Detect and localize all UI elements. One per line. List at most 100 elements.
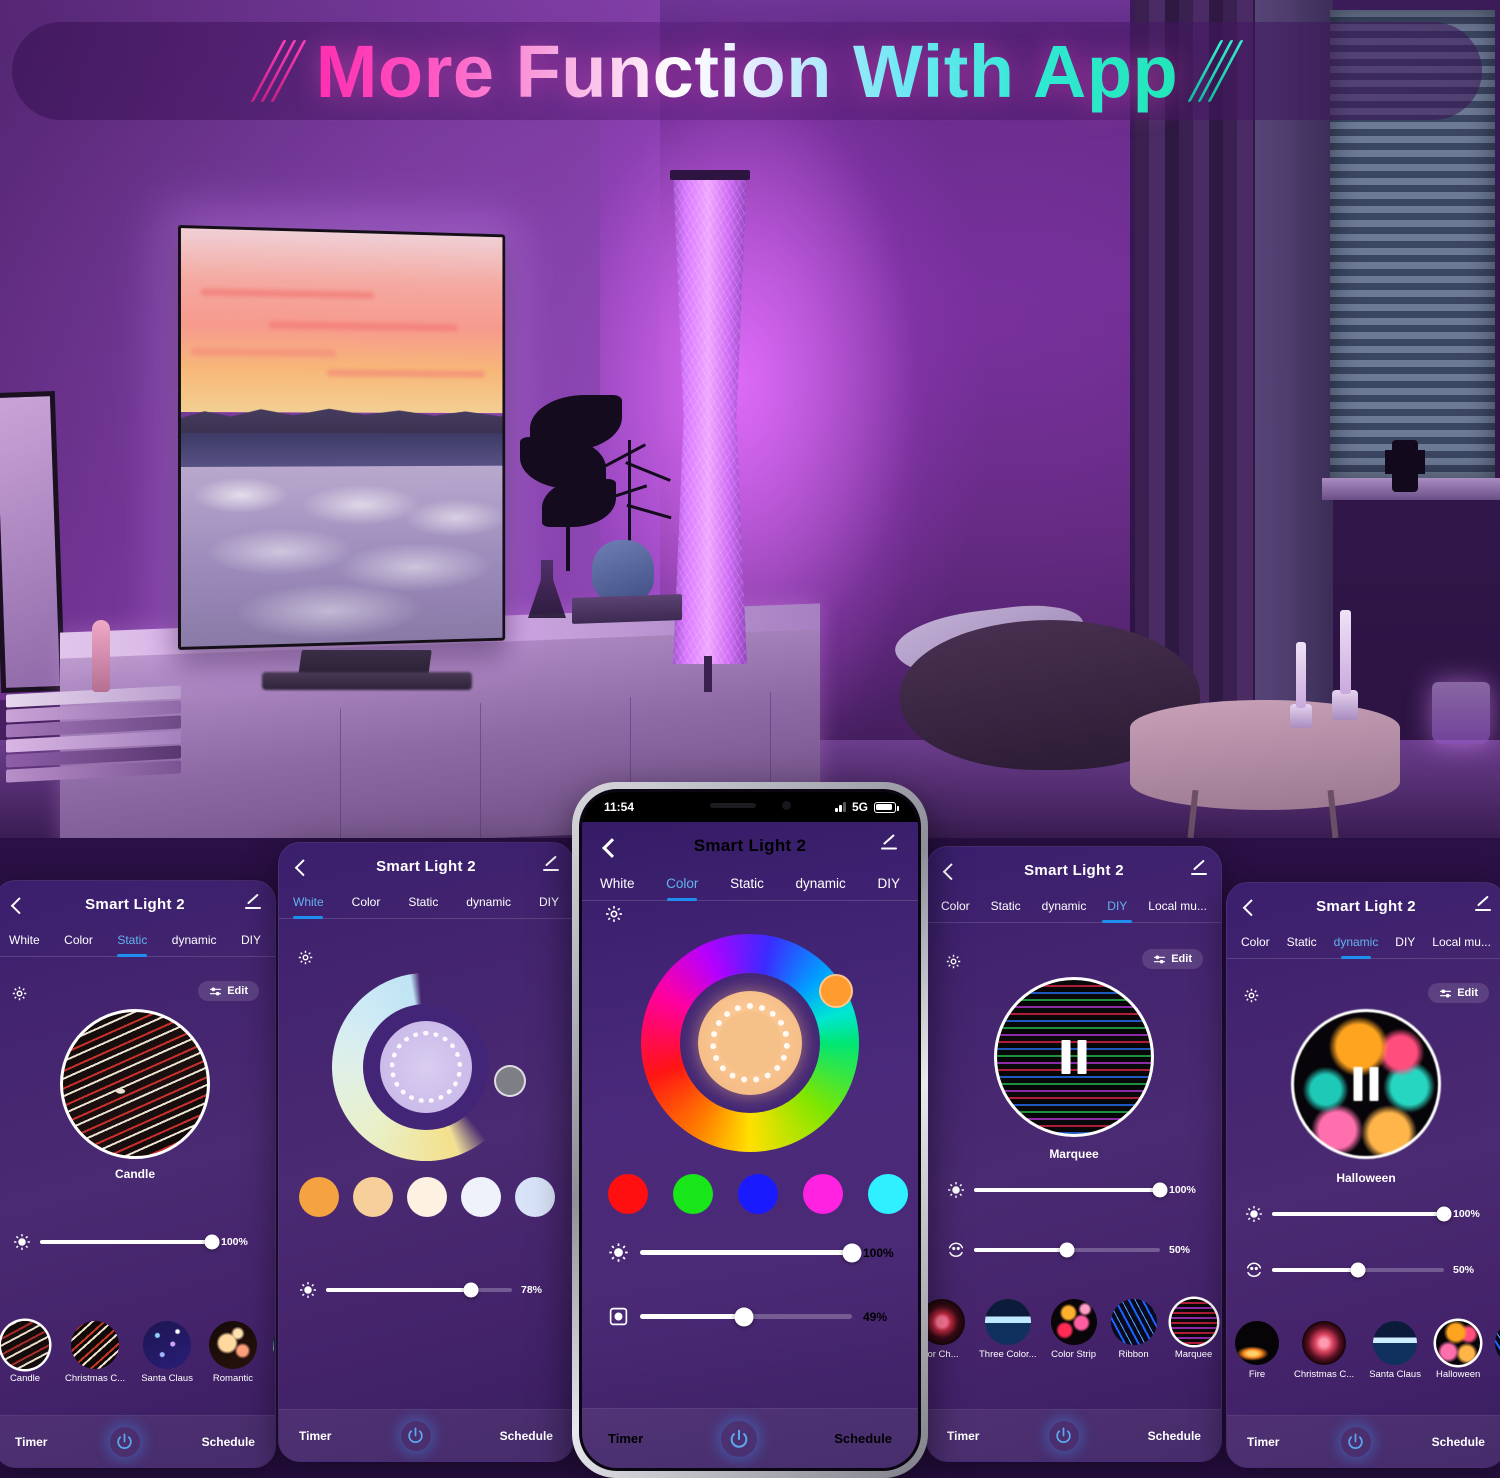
- pencil-icon[interactable]: [541, 857, 559, 875]
- power-button[interactable]: [1341, 1427, 1371, 1457]
- brightness-slider-track[interactable]: [326, 1282, 512, 1298]
- app-card-static[interactable]: Smart Light 2 White Color Static dynamic…: [0, 880, 276, 1468]
- preset-item[interactable]: lor Ch...: [927, 1299, 965, 1360]
- timer-button[interactable]: Timer: [15, 1435, 47, 1449]
- brightness-slider-row[interactable]: 78%: [299, 1281, 557, 1299]
- preset-item[interactable]: Green F: [272, 1321, 275, 1384]
- back-chevron-icon[interactable]: [1242, 899, 1260, 917]
- preview-candle[interactable]: [60, 1009, 210, 1159]
- pencil-icon[interactable]: [243, 895, 261, 913]
- gear-icon[interactable]: [11, 985, 28, 1002]
- tab-static[interactable]: Static: [406, 889, 440, 918]
- swatch-cool-2[interactable]: [515, 1177, 555, 1217]
- tab-dynamic[interactable]: dynamic: [1040, 893, 1089, 922]
- tab-white[interactable]: White: [291, 889, 326, 918]
- swatch-cool-1[interactable]: [461, 1177, 501, 1217]
- saturation-slider-track[interactable]: [640, 1307, 852, 1326]
- tab-color[interactable]: Color: [350, 889, 383, 918]
- white-swatch-row[interactable]: [299, 1177, 555, 1217]
- brightness-slider-track[interactable]: [640, 1243, 862, 1262]
- preset-item[interactable]: Ribbon: [1110, 1299, 1157, 1360]
- preset-item[interactable]: Halloween: [1436, 1321, 1480, 1380]
- app-card-dynamic[interactable]: Smart Light 2 Color Static dynamic DIY L…: [1226, 882, 1500, 1468]
- gear-icon[interactable]: [297, 949, 314, 966]
- swatch-green[interactable]: [673, 1174, 713, 1214]
- tab-dynamic[interactable]: dynamic: [464, 889, 513, 918]
- tab-diy[interactable]: DIY: [537, 889, 561, 918]
- power-button[interactable]: [721, 1421, 757, 1457]
- swatch-warm-1[interactable]: [299, 1177, 339, 1217]
- preview-marquee[interactable]: [994, 977, 1154, 1137]
- tab-dynamic[interactable]: dynamic: [170, 927, 219, 956]
- brightness-slider-track[interactable]: [1272, 1206, 1452, 1222]
- pencil-icon[interactable]: [1189, 861, 1207, 879]
- preset-item[interactable]: Santa Claus: [1369, 1321, 1421, 1380]
- color-wheel-handle[interactable]: [819, 974, 853, 1008]
- tab-diy[interactable]: DIY: [1105, 893, 1129, 922]
- card5-tabs[interactable]: Color Static dynamic DIY Local mu...: [1227, 929, 1500, 959]
- swatch-neutral[interactable]: [407, 1177, 447, 1217]
- tab-diy[interactable]: DIY: [875, 870, 902, 900]
- pause-icon[interactable]: [1061, 1040, 1087, 1074]
- edit-button[interactable]: Edit: [198, 981, 259, 1001]
- color-wheel[interactable]: [641, 934, 859, 1152]
- swatch-cyan[interactable]: [868, 1174, 908, 1214]
- tab-dynamic[interactable]: dynamic: [1332, 929, 1381, 958]
- preset-item[interactable]: Color Strip: [1050, 1299, 1097, 1360]
- tab-color[interactable]: Color: [664, 870, 700, 900]
- preset-strip[interactable]: Fire Christmas C... Santa Claus Hallowee…: [1235, 1321, 1500, 1380]
- brightness-slider-row[interactable]: 100%: [1245, 1205, 1489, 1223]
- app-card-white[interactable]: Smart Light 2 White Color Static dynamic…: [278, 842, 574, 1462]
- swatch-warm-2[interactable]: [353, 1177, 393, 1217]
- preview-halloween[interactable]: [1291, 1009, 1441, 1159]
- power-button[interactable]: [1049, 1421, 1079, 1451]
- card4-bottom-bar[interactable]: Timer Schedule: [927, 1409, 1221, 1461]
- card5-bottom-bar[interactable]: Timer Schedule: [1227, 1415, 1500, 1467]
- schedule-button[interactable]: Schedule: [202, 1435, 255, 1449]
- preset-item[interactable]: Marquee: [1170, 1299, 1217, 1360]
- tab-white[interactable]: White: [598, 870, 637, 900]
- timer-button[interactable]: Timer: [299, 1429, 331, 1443]
- card2-bottom-bar[interactable]: Timer Schedule: [279, 1409, 573, 1461]
- tab-static[interactable]: Static: [989, 893, 1023, 922]
- speed-slider-track[interactable]: [1272, 1262, 1444, 1278]
- brightness-slider-row[interactable]: 100%: [608, 1242, 908, 1263]
- brightness-slider-track[interactable]: [974, 1182, 1168, 1198]
- app-card-diy[interactable]: Smart Light 2 Color Static dynamic DIY L…: [926, 846, 1222, 1462]
- tab-dynamic[interactable]: dynamic: [794, 870, 848, 900]
- speed-slider-row[interactable]: 50%: [947, 1241, 1205, 1259]
- preset-item[interactable]: Fire: [1235, 1321, 1279, 1380]
- back-chevron-icon[interactable]: [602, 838, 622, 858]
- back-chevron-icon[interactable]: [10, 897, 28, 915]
- tab-color[interactable]: Color: [939, 893, 972, 922]
- timer-button[interactable]: Timer: [947, 1429, 979, 1443]
- pause-icon[interactable]: [1353, 1067, 1379, 1101]
- back-chevron-icon[interactable]: [294, 859, 312, 877]
- brightness-slider-track[interactable]: [40, 1234, 220, 1250]
- preset-item[interactable]: Christmas C...: [65, 1321, 125, 1384]
- preset-item[interactable]: Romantic: [208, 1321, 257, 1384]
- phone-bottom-bar[interactable]: Timer Schedule: [582, 1408, 918, 1468]
- tab-local-music[interactable]: Local mu...: [1430, 929, 1493, 958]
- pencil-icon[interactable]: [879, 836, 900, 857]
- preset-item[interactable]: Dazz: [1495, 1321, 1500, 1380]
- saturation-slider-row[interactable]: 49%: [608, 1306, 908, 1327]
- timer-button[interactable]: Timer: [608, 1431, 643, 1446]
- preset-item[interactable]: Christmas C...: [1294, 1321, 1354, 1380]
- tab-static[interactable]: Static: [728, 870, 766, 900]
- edit-button[interactable]: Edit: [1142, 949, 1203, 969]
- gear-icon[interactable]: [945, 953, 962, 970]
- preset-strip[interactable]: Candle Christmas C... Santa Claus Romant…: [1, 1321, 275, 1384]
- wheel-handle[interactable]: [494, 1065, 526, 1097]
- gear-icon[interactable]: [1243, 987, 1260, 1004]
- schedule-button[interactable]: Schedule: [1432, 1435, 1485, 1449]
- gear-icon[interactable]: [604, 904, 624, 924]
- tab-diy[interactable]: DIY: [1393, 929, 1417, 958]
- swatch-magenta[interactable]: [803, 1174, 843, 1214]
- tab-color[interactable]: Color: [1239, 929, 1272, 958]
- phone-screen[interactable]: 11:54 5G Smart Light 2 White Color Stati…: [582, 792, 918, 1468]
- timer-button[interactable]: Timer: [1247, 1435, 1279, 1449]
- card2-tabs[interactable]: White Color Static dynamic DIY: [279, 889, 573, 919]
- schedule-button[interactable]: Schedule: [834, 1431, 892, 1446]
- schedule-button[interactable]: Schedule: [500, 1429, 553, 1443]
